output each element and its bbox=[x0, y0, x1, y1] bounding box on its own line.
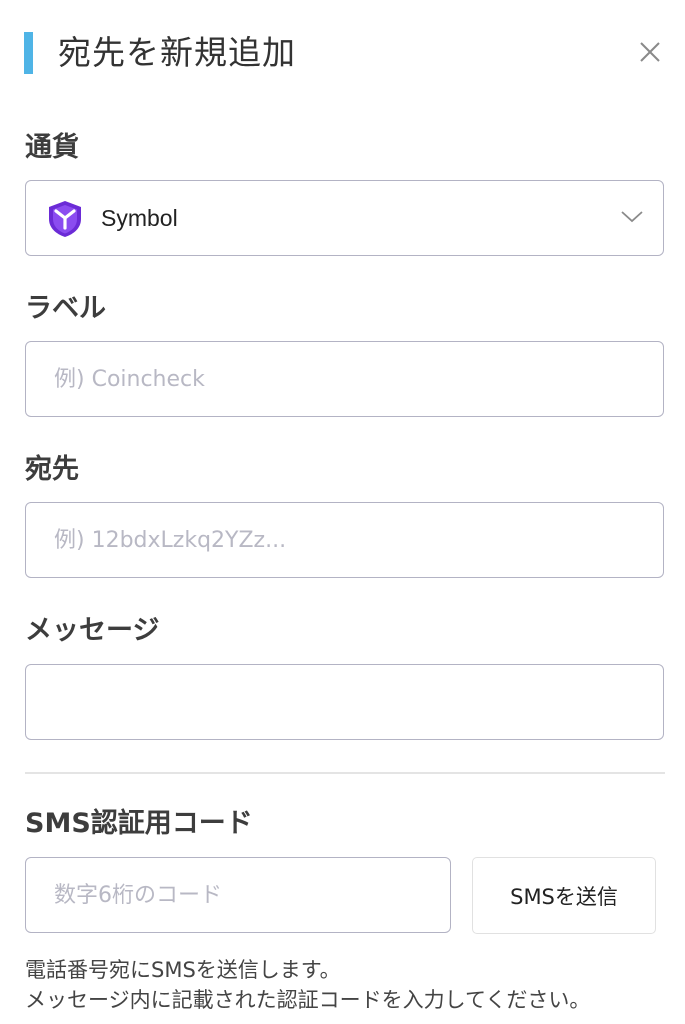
address-field-label: 宛先 bbox=[25, 454, 79, 485]
label-field-label: ラベル bbox=[25, 293, 106, 324]
chevron-down-icon bbox=[621, 211, 643, 223]
section-divider bbox=[25, 772, 665, 774]
message-field-box bbox=[25, 664, 664, 740]
message-input[interactable] bbox=[26, 665, 663, 739]
message-field-label: メッセージ bbox=[25, 615, 160, 646]
sms-code-label: SMS認証用コード bbox=[25, 808, 253, 839]
symbol-coin-icon bbox=[49, 201, 81, 237]
header-accent-bar bbox=[24, 32, 33, 74]
send-sms-button[interactable]: SMSを送信 bbox=[472, 857, 656, 934]
address-input[interactable] bbox=[26, 503, 663, 577]
selected-currency: Symbol bbox=[101, 205, 178, 231]
label-input[interactable] bbox=[26, 342, 663, 416]
sms-code-input[interactable] bbox=[26, 858, 450, 932]
currency-label: 通貨 bbox=[25, 132, 79, 163]
modal-header: 宛先を新規追加 bbox=[0, 0, 685, 110]
close-icon bbox=[640, 42, 660, 62]
sms-code-field-box bbox=[25, 857, 451, 933]
currency-select[interactable]: Symbol bbox=[25, 180, 664, 256]
sms-help-text-line-2: メッセージ内に記載された認証コードを入力してください。 bbox=[25, 988, 591, 1012]
sms-help-text-line-1: 電話番号宛にSMSを送信します。 bbox=[25, 958, 341, 982]
label-field-box bbox=[25, 341, 664, 417]
address-field-box bbox=[25, 502, 664, 578]
close-button[interactable] bbox=[632, 34, 668, 70]
page-title: 宛先を新規追加 bbox=[58, 33, 296, 72]
